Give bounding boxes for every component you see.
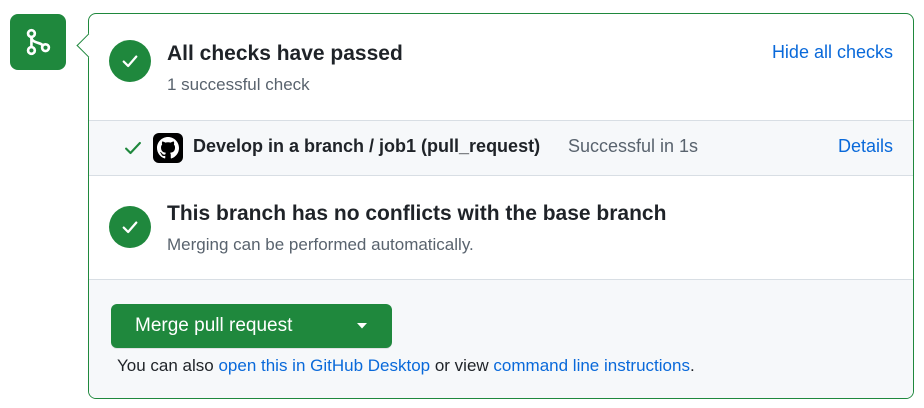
checks-title: All checks have passed	[167, 42, 403, 65]
conflicts-subtitle: Merging can be performed automatically.	[167, 235, 474, 254]
github-logo-icon	[153, 133, 183, 163]
note-prefix: You can also	[117, 356, 219, 375]
job-status: Successful in 1s	[568, 136, 699, 156]
merge-options-dropdown[interactable]	[332, 304, 392, 348]
check-icon	[125, 141, 141, 155]
job-details-link[interactable]: Details	[838, 136, 893, 157]
open-in-desktop-link[interactable]: open this in GitHub Desktop	[218, 356, 430, 375]
check-circle-icon	[109, 40, 151, 82]
triangle-down-icon	[357, 323, 367, 329]
conflicts-title: This branch has no conflicts with the ba…	[167, 202, 667, 225]
conflicts-summary: This branch has no conflicts with the ba…	[89, 175, 913, 279]
note-suffix: .	[689, 356, 695, 375]
merge-pull-request-button[interactable]: Merge pull request	[111, 304, 332, 348]
git-merge-icon	[26, 28, 51, 56]
job-name: Develop in a branch / job1 (pull_request…	[193, 136, 541, 156]
check-job-row: Develop in a branch / job1 (pull_request…	[89, 120, 913, 176]
git-merge-icon-badge	[10, 14, 66, 70]
hide-all-checks-link[interactable]: Hide all checks	[772, 42, 893, 63]
check-circle-icon	[109, 206, 151, 248]
merge-section: Merge pull request You can also open thi…	[89, 279, 913, 398]
command-line-instructions-link[interactable]: command line instructions	[493, 356, 690, 375]
checks-subtitle: 1 successful check	[167, 75, 310, 94]
merge-box: All checks have passed 1 successful chec…	[76, 13, 914, 399]
merge-alternatives-note: You can also open this in GitHub Desktop…	[117, 356, 695, 376]
merge-button-group: Merge pull request	[111, 304, 392, 348]
note-middle: or view	[430, 356, 494, 375]
checks-summary: All checks have passed 1 successful chec…	[89, 14, 913, 120]
